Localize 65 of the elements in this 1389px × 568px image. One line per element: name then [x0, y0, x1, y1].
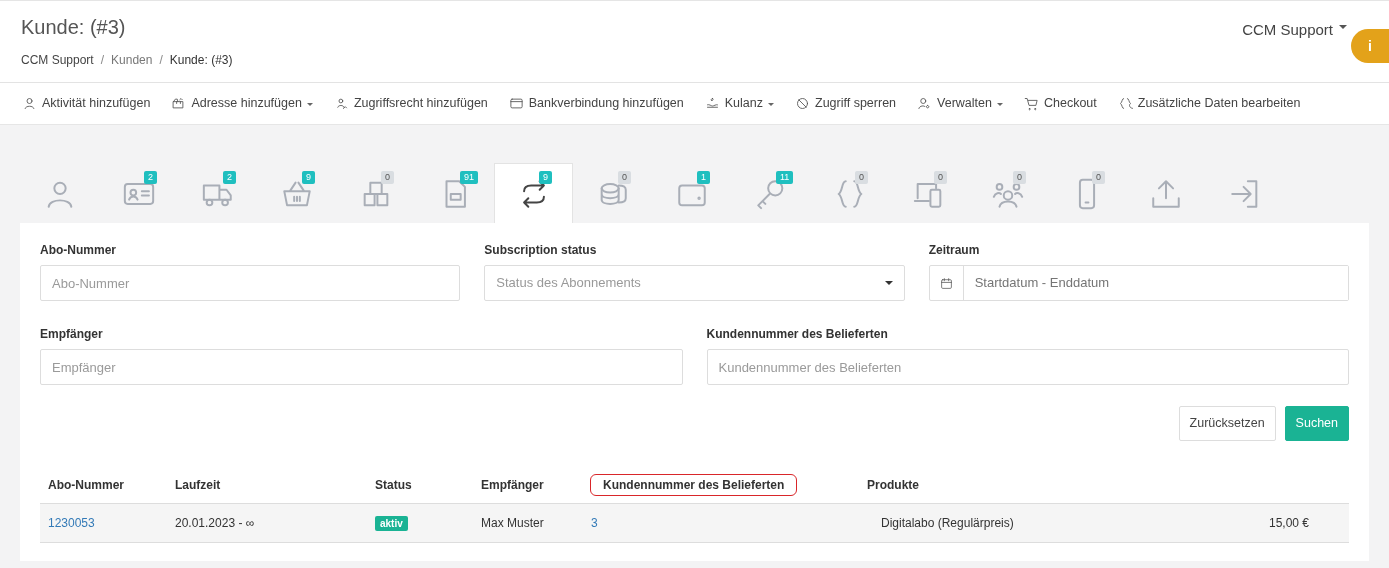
block-icon: [795, 96, 810, 111]
toolbar-button[interactable]: Checkout: [1023, 94, 1097, 113]
count-badge: 1: [697, 171, 710, 184]
count-badge: 2: [144, 171, 157, 184]
date-range-field[interactable]: Startdatum - Enddatum: [928, 265, 1349, 301]
field-label: Subscription status: [484, 242, 598, 259]
toolbar-button[interactable]: Bankverbindung hinzufügen: [508, 94, 684, 113]
status-badge: aktiv: [375, 516, 408, 531]
table-cell[interactable]: 1230053: [48, 516, 95, 530]
field-label: Abo-Nummer: [40, 242, 117, 259]
table-cell: Max Muster: [481, 516, 544, 530]
tab[interactable]: 0: [889, 163, 968, 223]
count-badge: 11: [776, 171, 794, 184]
breadcrumb-separator: /: [100, 53, 105, 67]
field-label: Kundennummer des Belieferten: [706, 326, 889, 343]
input-field[interactable]: Abo-Nummer: [40, 265, 461, 301]
toolbar-button[interactable]: Adresse hinzufügen: [171, 94, 313, 113]
tab[interactable]: 0: [810, 163, 889, 223]
toolbar-button[interactable]: Zusätzliche Daten bearbeiten: [1117, 94, 1301, 113]
toolbar-button[interactable]: Kulanz: [704, 94, 774, 113]
count-badge: 0: [855, 171, 868, 184]
count-badge: 9: [539, 171, 552, 184]
user-menu[interactable]: CCM Support: [1242, 19, 1347, 42]
count-badge: 0: [618, 171, 631, 184]
column-header: Kundennummer des Belieferten: [591, 475, 797, 495]
column-header: Produkte: [867, 478, 919, 492]
input-field[interactable]: Empfänger: [40, 349, 683, 385]
field-label: Zeitraum: [928, 242, 981, 259]
tab[interactable]: 0: [336, 163, 415, 223]
toolbar-button[interactable]: Zugriff sperren: [795, 94, 897, 113]
breadcrumb-link[interactable]: CCM Support: [21, 53, 94, 67]
breadcrumb-link[interactable]: Kunden: [111, 53, 153, 67]
breadcrumb-separator: /: [159, 53, 163, 67]
person-icon: [22, 96, 37, 111]
user-gear-icon: [917, 96, 933, 111]
table-cell: 15,00 €: [1268, 516, 1309, 530]
column-header: Laufzeit: [175, 478, 221, 492]
count-badge: 0: [1013, 171, 1026, 184]
breadcrumb-current: Kunde: (#3): [169, 53, 233, 67]
toolbar-button[interactable]: Verwalten: [917, 94, 1003, 113]
table-cell[interactable]: 3: [591, 516, 598, 530]
column-header: Abo-Nummer: [48, 478, 124, 492]
tab[interactable]: 0: [573, 163, 652, 223]
page-title: Kunde: (#3): [21, 15, 126, 39]
toolbar-button[interactable]: Zugriffsrecht hinzufügen: [333, 94, 488, 113]
toolbar-button[interactable]: Aktivität hinzufügen: [22, 94, 151, 113]
reset-button[interactable]: Zurücksetzen: [1178, 406, 1276, 441]
count-badge: 9: [302, 171, 315, 184]
tab[interactable]: 0: [1047, 163, 1126, 223]
count-badge: 0: [381, 171, 394, 184]
table-cell: Digitalabo (Regulärpreis): [881, 516, 1014, 530]
column-header: Empfänger: [481, 478, 544, 492]
count-badge: 91: [460, 171, 478, 184]
table-cell: 20.01.2023 - ∞: [175, 516, 255, 530]
input-field[interactable]: Kundennummer des Belieferten: [706, 349, 1349, 385]
count-badge: 0: [1092, 171, 1105, 184]
tab[interactable]: 0: [968, 163, 1047, 223]
field-label: Empfänger: [40, 326, 104, 343]
braces-icon: [1117, 96, 1133, 111]
cart-icon: [1023, 96, 1039, 111]
column-header: Status: [375, 478, 412, 492]
count-badge: 0: [934, 171, 947, 184]
wallet-icon: [508, 96, 524, 111]
calendar-icon: [939, 276, 953, 290]
count-badge: 2: [223, 171, 236, 184]
